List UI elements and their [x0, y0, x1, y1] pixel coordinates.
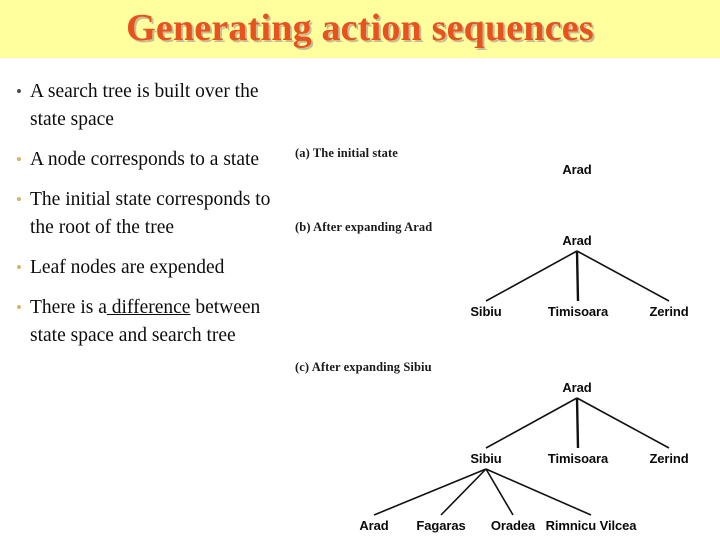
tree-edge — [575, 250, 580, 302]
figure-caption: (c) After expanding Sibiu — [295, 360, 432, 374]
tree-node-timisoara: Timisoara — [547, 304, 609, 319]
tree-node-arad: Arad — [562, 380, 592, 395]
bullet-marker-icon: • — [16, 82, 22, 101]
tree-edge — [485, 250, 578, 302]
tree-edge — [485, 468, 592, 516]
tree-node-zerind: Zerind — [649, 451, 689, 466]
tree-edge — [485, 397, 578, 449]
bullet-text: The initial state corresponds to the roo… — [30, 189, 271, 238]
tree-node-arad: Arad — [562, 233, 592, 248]
bullet-text: A node corresponds to a state — [30, 149, 260, 170]
tree-node-sibiu: Sibiu — [470, 304, 502, 319]
bullet-emphasis: difference — [106, 297, 191, 318]
tree-edge — [373, 468, 487, 516]
bullet-text: Leaf nodes are expended — [30, 257, 225, 278]
tree-edge — [575, 397, 580, 449]
bullet-marker-icon: • — [16, 298, 22, 317]
bullet-item: • A search tree is built over the state s… — [8, 78, 298, 134]
bullet-item: • The initial state corresponds to the ro… — [8, 186, 298, 242]
tree-node-fagaras: Fagaras — [416, 518, 466, 533]
bullet-marker-icon: • — [16, 258, 22, 277]
bullet-marker-icon: • — [16, 150, 22, 169]
tree-edge — [576, 250, 670, 302]
figure-caption: (a) The initial state — [295, 146, 398, 160]
tree-node-arad: Arad — [562, 162, 592, 177]
tree-edge — [576, 397, 670, 449]
tree-node-sibiu: Sibiu — [470, 451, 502, 466]
bullet-text: There is a difference between state spac… — [30, 297, 261, 346]
tree-edges — [373, 250, 670, 516]
tree-edge — [440, 468, 487, 516]
tree-node-timisoara: Timisoara — [547, 451, 609, 466]
figure-caption: (b) After expanding Arad — [295, 220, 433, 234]
tree-node-rimnicu-vilcea: Rimnicu Vilcea — [545, 518, 637, 533]
bullet-item: • A node corresponds to a state — [8, 146, 298, 174]
bullet-item: • There is a difference between state spa… — [8, 294, 298, 350]
tree-edge — [485, 468, 514, 516]
tree-node-zerind: Zerind — [649, 304, 689, 319]
bullet-text: A search tree is built over the state sp… — [30, 81, 259, 130]
page-title: Generating action sequences — [126, 7, 594, 49]
slide: Generating action sequences • A search tr… — [0, 0, 720, 540]
search-tree-figure: (a) The initial state (b) After expanding… — [290, 132, 720, 533]
bullet-marker-icon: • — [16, 190, 22, 209]
bullet-list: • A search tree is built over the state s… — [8, 78, 298, 362]
title-banner: Generating action sequences — [0, 0, 720, 58]
bullet-item: • Leaf nodes are expended — [8, 254, 298, 282]
tree-node-oradea: Oradea — [490, 518, 536, 533]
tree-node-arad: Arad — [359, 518, 389, 533]
